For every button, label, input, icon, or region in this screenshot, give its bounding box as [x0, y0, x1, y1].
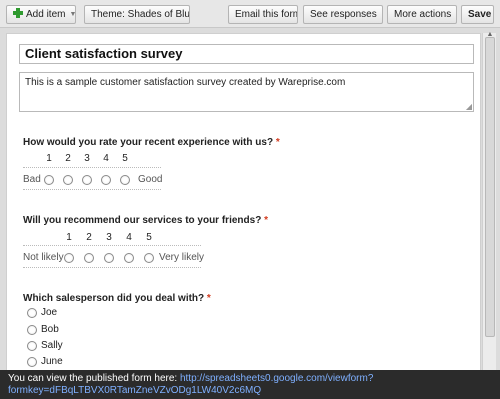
theme-label: Theme: Shades of Blue	[91, 9, 190, 20]
form-editor: Client satisfaction survey This is a sam…	[6, 33, 481, 393]
rating-radio-4[interactable]	[101, 175, 111, 185]
see-responses-label: See responses	[310, 9, 377, 20]
required-mark: *	[264, 215, 268, 226]
question-3-text: Which salesperson did you deal with?	[23, 293, 205, 304]
rating-radio-5[interactable]	[120, 175, 130, 185]
divider	[23, 167, 161, 168]
chevron-down-icon: ▼	[381, 11, 382, 18]
rating-radio-2[interactable]	[84, 253, 94, 263]
notice-text: You can view the published form here:	[8, 373, 178, 384]
rating-radio-3[interactable]	[82, 175, 92, 185]
chevron-down-icon: ▼	[455, 11, 456, 18]
scale-low-label: Bad	[23, 174, 41, 185]
scale-number: 5	[122, 153, 128, 164]
form-description-input[interactable]: This is a sample customer satisfaction s…	[19, 72, 474, 112]
toolbar: Add item ▼ Theme: Shades of Blue Email th…	[0, 0, 500, 28]
add-item-label: Add item	[26, 9, 66, 20]
rating-radio-2[interactable]	[63, 175, 73, 185]
rating-radio-1[interactable]	[64, 253, 74, 263]
see-responses-button[interactable]: See responses ▼	[303, 5, 383, 24]
option-label: Joe	[41, 307, 58, 318]
plus-icon	[13, 8, 23, 18]
scale-number: 4	[103, 153, 109, 164]
theme-button[interactable]: Theme: Shades of Blue	[84, 5, 190, 24]
scale-high-label: Good	[138, 174, 163, 185]
required-mark: *	[206, 293, 211, 304]
published-form-notice: You can view the published form here: ht…	[0, 370, 500, 399]
vertical-scrollbar[interactable]: ▲ ▼	[482, 31, 496, 393]
option-radio[interactable]	[27, 325, 37, 335]
scale-number: 4	[126, 232, 132, 243]
divider	[23, 267, 201, 268]
rating-radio-5[interactable]	[144, 253, 154, 263]
scale-number: 3	[84, 153, 90, 164]
form-title-input[interactable]: Client satisfaction survey	[19, 44, 474, 64]
email-form-button[interactable]: Email this form	[228, 5, 298, 24]
option-radio[interactable]	[27, 357, 37, 367]
option-label: Sally	[41, 340, 63, 351]
rating-radio-4[interactable]	[124, 253, 134, 263]
scale-low-label: Not likely	[23, 252, 64, 263]
email-form-label: Email this form	[235, 9, 298, 20]
question-1-text: How would you rate your recent experienc…	[23, 137, 274, 148]
more-actions-button[interactable]: More actions▼	[387, 5, 457, 24]
divider	[23, 245, 201, 246]
add-item-button[interactable]: Add item ▼	[6, 5, 76, 24]
rating-radio-3[interactable]	[104, 253, 114, 263]
question-3-title[interactable]: Which salesperson did you deal with? *	[23, 293, 211, 304]
option-label: Bob	[41, 324, 59, 335]
form-description-text: This is a sample customer satisfaction s…	[25, 77, 346, 88]
more-actions-label: More actions	[394, 9, 452, 20]
scale-number: 2	[65, 153, 71, 164]
option-radio[interactable]	[27, 308, 37, 318]
option-radio[interactable]	[27, 341, 37, 351]
scale-number: 1	[66, 232, 72, 243]
save-label: Save	[468, 9, 492, 20]
scale-high-label: Very likely	[159, 252, 205, 263]
save-button[interactable]: Save	[461, 5, 494, 24]
chevron-down-icon: ▼	[69, 11, 76, 18]
question-1-title[interactable]: How would you rate your recent experienc…	[23, 137, 280, 148]
scale-number: 5	[146, 232, 152, 243]
published-form-link[interactable]: http://spreadsheets0.google.com/viewform…	[180, 373, 373, 384]
question-2-title[interactable]: Will you recommend our services to your …	[23, 215, 268, 226]
rating-radio-1[interactable]	[44, 175, 54, 185]
option-label: June	[41, 356, 63, 367]
required-mark: *	[275, 137, 280, 148]
scale-number: 2	[86, 232, 92, 243]
scrollbar-thumb[interactable]	[485, 37, 495, 337]
question-2-text: Will you recommend our services to your …	[23, 215, 262, 226]
scale-number: 1	[46, 153, 52, 164]
published-form-link-continued[interactable]: formkey=dFBqLTBVX0RTamZneVZvODg1LW40V2c6…	[8, 385, 261, 396]
divider	[23, 189, 161, 190]
resize-handle-icon[interactable]: ◢	[466, 103, 472, 111]
scale-number: 3	[106, 232, 112, 243]
